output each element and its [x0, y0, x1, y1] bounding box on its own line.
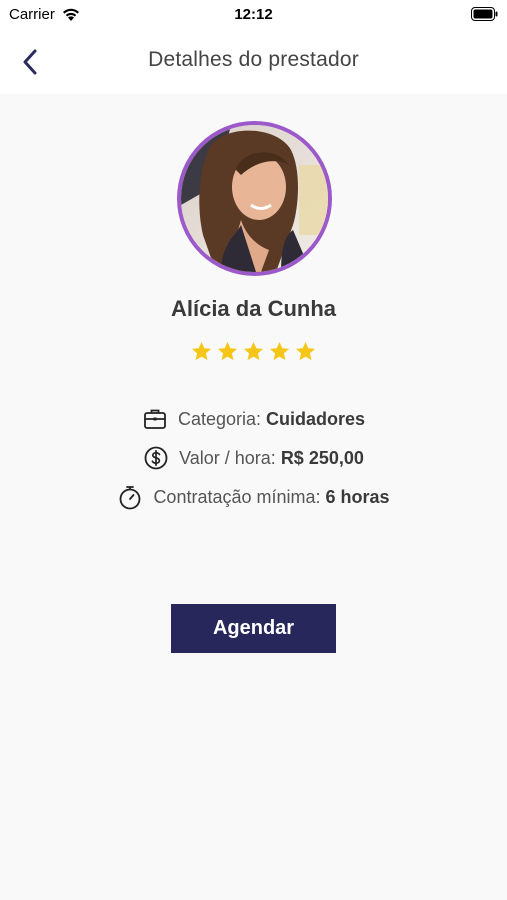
minimum-hire-row: Contratação mínima: 6 horas — [0, 484, 507, 510]
rating-stars — [0, 340, 507, 363]
status-bar: Carrier 12:12 — [0, 0, 507, 30]
star-icon — [243, 341, 264, 361]
provider-details-screen: Carrier 12:12 Detalhes do prestador Alíc… — [0, 0, 507, 900]
battery-icon — [471, 7, 498, 21]
price-row: Valor / hora: R$ 250,00 — [0, 445, 507, 471]
provider-photo — [181, 125, 328, 272]
page-title: Detalhes do prestador — [148, 48, 359, 71]
category-value: Cuidadores — [266, 408, 366, 429]
provider-name: Alícia da Cunha — [170, 296, 337, 321]
category-label: Categoria: — [177, 408, 262, 429]
navigation-bar: Detalhes do prestador — [0, 30, 507, 94]
stopwatch-icon — [117, 484, 143, 510]
minimum-hire-value: 6 horas — [325, 486, 390, 507]
price-value: R$ 250,00 — [280, 447, 364, 468]
category-row: Categoria: Cuidadores — [0, 406, 507, 432]
dollar-circle-icon — [143, 445, 169, 471]
provider-avatar — [177, 121, 332, 276]
briefcase-icon — [142, 406, 168, 432]
clock: 12:12 — [234, 6, 273, 23]
star-icon — [191, 341, 212, 361]
star-icon — [295, 341, 316, 361]
schedule-button[interactable]: Agendar — [171, 604, 336, 653]
price-label: Valor / hora: — [179, 447, 276, 468]
minimum-hire-label: Contratação mínima: — [153, 486, 321, 507]
star-icon — [217, 341, 238, 361]
star-icon — [269, 341, 290, 361]
